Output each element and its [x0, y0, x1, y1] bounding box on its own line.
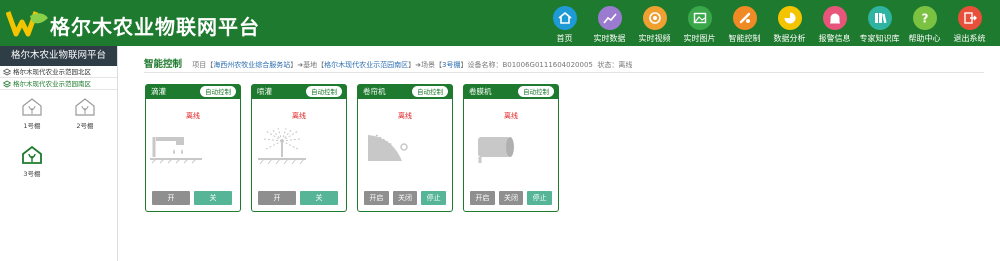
- nav-knowledge-base[interactable]: 专家知识库: [857, 0, 902, 46]
- greenhouse-item-3[interactable]: 3号棚: [17, 144, 47, 178]
- auto-control-toggle[interactable]: 自动控制: [306, 86, 342, 97]
- close-button[interactable]: 关闭: [498, 191, 524, 205]
- nav-help[interactable]: ? 帮助中心: [902, 0, 947, 46]
- sprinkler-icon: [258, 127, 306, 165]
- card-buttons: 开 关: [258, 191, 340, 205]
- main-nav: 首页 实时数据 实时视频 实时图片 智能控制 数据分析 报警信息 专家知识库 ?…: [542, 0, 992, 46]
- control-card-sprinkler: 喷灌 自动控制 离线 开 关: [251, 84, 347, 212]
- logo-icon: [6, 11, 48, 37]
- nav-data-analysis[interactable]: 数据分析: [767, 0, 812, 46]
- sidebar-item-south[interactable]: 格尔木现代农业示范园南区: [0, 78, 117, 90]
- breadcrumb-base-link[interactable]: 格尔木现代农业示范园南区: [324, 61, 408, 69]
- control-card-film-roller: 卷膜机 自动控制 离线 开启 关闭 停止: [463, 84, 559, 212]
- on-button[interactable]: 开: [152, 191, 190, 205]
- page-title: 智能控制: [144, 59, 183, 70]
- status-text: 离线: [398, 112, 412, 120]
- card-buttons: 开启 关闭 停止: [470, 191, 553, 205]
- card-buttons: 开启 关闭 停止: [364, 191, 447, 205]
- greenhouse-icon: [22, 98, 42, 116]
- sidebar-item-north[interactable]: 格尔木现代农业示范园北区: [0, 66, 117, 78]
- svg-text:?: ?: [921, 12, 928, 26]
- divider: [144, 72, 984, 73]
- help-icon: ?: [912, 6, 937, 30]
- alarm-icon: [822, 6, 847, 30]
- breadcrumb-house-link[interactable]: 3号棚: [442, 61, 460, 69]
- auto-control-toggle[interactable]: 自动控制: [412, 86, 448, 97]
- chart-icon: [597, 6, 622, 30]
- layers-icon: [3, 80, 11, 87]
- pie-icon: [777, 6, 802, 30]
- device-id: B01006G0111604020005: [502, 61, 593, 69]
- app-title: 格尔木农业物联网平台: [50, 15, 260, 39]
- on-button[interactable]: 开: [258, 191, 296, 205]
- control-card-drip: 滴灌 自动控制 离线 开 关: [145, 84, 241, 212]
- breadcrumb-project-link[interactable]: 海西州农牧业综合服务站: [213, 61, 290, 69]
- nav-logout[interactable]: 退出系统: [947, 0, 992, 46]
- nav-home[interactable]: 首页: [542, 0, 587, 46]
- greenhouse-item-2[interactable]: 2号棚: [70, 96, 100, 130]
- status-text: 离线: [292, 112, 306, 120]
- layers-icon: [3, 68, 11, 75]
- nav-realtime-image[interactable]: 实时图片: [677, 0, 722, 46]
- card-title: 卷膜机: [469, 87, 492, 96]
- open-button[interactable]: 开启: [470, 191, 495, 205]
- nav-smart-control[interactable]: 智能控制: [722, 0, 767, 46]
- off-button[interactable]: 关: [194, 191, 232, 205]
- sidebar-title: 格尔木农业物联网平台: [0, 46, 117, 66]
- film-roller-icon: [478, 137, 514, 163]
- home-icon: [552, 6, 577, 30]
- auto-control-toggle[interactable]: 自动控制: [200, 86, 236, 97]
- roller-shutter-icon: [368, 134, 408, 161]
- device-status: 离线: [618, 61, 633, 69]
- drip-irrigation-icon: [150, 137, 202, 164]
- auto-control-toggle[interactable]: 自动控制: [518, 86, 554, 97]
- book-icon: [867, 6, 892, 30]
- stop-button[interactable]: 停止: [421, 191, 447, 205]
- open-button[interactable]: 开启: [364, 191, 389, 205]
- breadcrumb: 智能控制 项目【海西州农牧业综合服务站】➜基地【格尔木现代农业示范园南区】➜场景…: [144, 59, 633, 70]
- greenhouse-icon: [22, 145, 42, 164]
- off-button[interactable]: 关: [300, 191, 338, 205]
- status-text: 离线: [504, 112, 518, 120]
- close-button[interactable]: 关闭: [392, 191, 418, 205]
- nav-realtime-data[interactable]: 实时数据: [587, 0, 632, 46]
- sidebar: 格尔木农业物联网平台 格尔木现代农业示范园北区 格尔木现代农业示范园南区 1号棚…: [0, 46, 118, 261]
- card-title: 喷灌: [257, 87, 272, 96]
- greenhouse-list: 1号棚 2号棚 3号棚: [0, 90, 117, 210]
- greenhouse-item-1[interactable]: 1号棚: [17, 96, 47, 130]
- control-icon: [732, 6, 757, 30]
- card-title: 滴灌: [151, 87, 166, 96]
- camera-icon: [642, 6, 667, 30]
- status-text: 离线: [186, 112, 200, 120]
- nav-alarm[interactable]: 报警信息: [812, 0, 857, 46]
- image-icon: [687, 6, 712, 30]
- greenhouse-icon: [75, 98, 95, 116]
- card-title: 卷帘机: [363, 87, 386, 96]
- logout-icon: [957, 6, 982, 30]
- nav-realtime-video[interactable]: 实时视频: [632, 0, 677, 46]
- card-buttons: 开 关: [152, 191, 234, 205]
- control-card-roller-shutter: 卷帘机 自动控制 离线 开启 关闭 停止: [357, 84, 453, 212]
- main-content: 智能控制 项目【海西州农牧业综合服务站】➜基地【格尔木现代农业示范园南区】➜场景…: [118, 46, 1000, 261]
- top-bar: 格尔木农业物联网平台 首页 实时数据 实时视频 实时图片 智能控制 数据分析 报: [0, 0, 1000, 46]
- stop-button[interactable]: 停止: [527, 191, 553, 205]
